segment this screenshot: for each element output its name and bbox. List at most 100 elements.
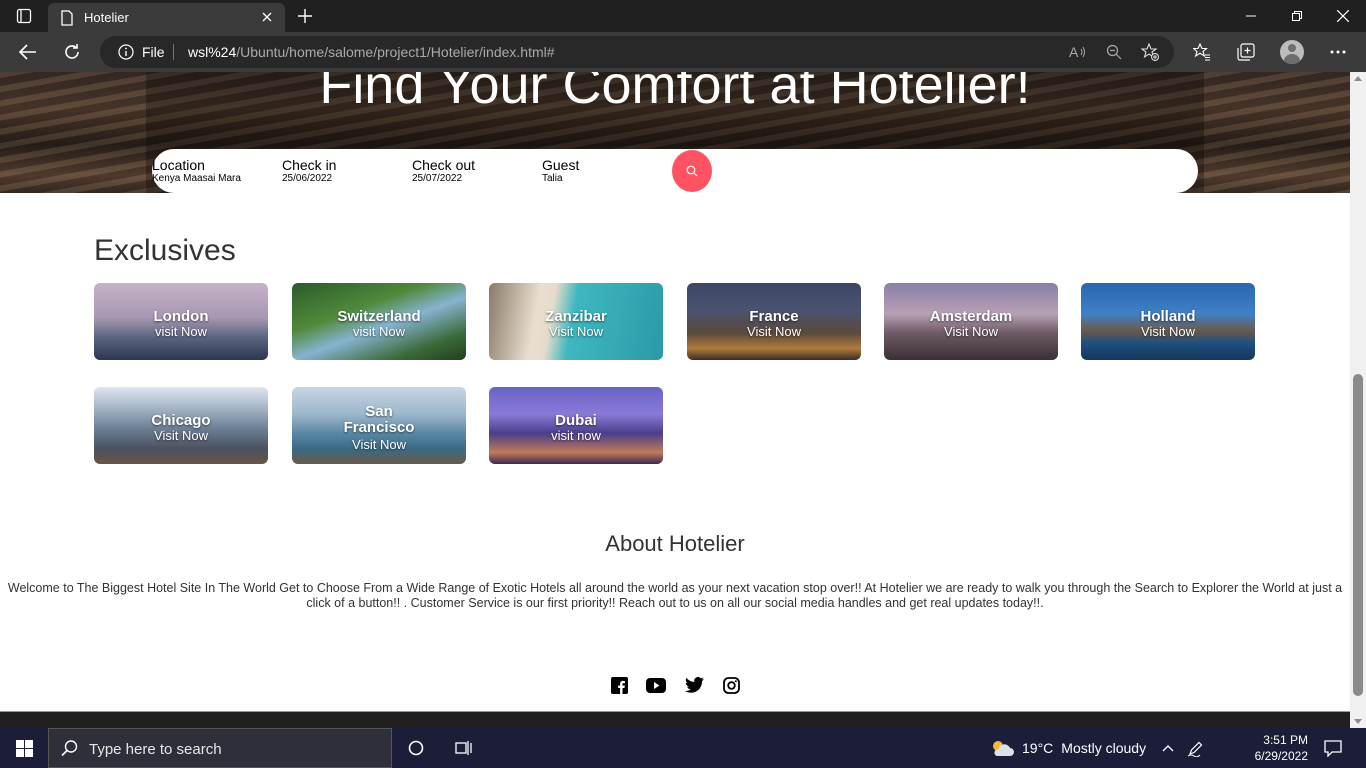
checkout-label: Check out xyxy=(412,157,476,173)
weather-temperature: 19°C xyxy=(1022,740,1054,756)
destination-card-holland[interactable]: Holland Visit Now xyxy=(1081,283,1255,360)
windows-icon xyxy=(15,739,33,757)
taskbar-search-placeholder: Type here to search xyxy=(89,741,222,758)
browser-tab-bar: Hotelier xyxy=(0,0,1366,32)
card-visit-link[interactable]: Visit Now xyxy=(884,324,1058,339)
card-name: Switzerland xyxy=(337,308,421,325)
card-visit-link[interactable]: Visit Now xyxy=(94,428,268,443)
avatar xyxy=(1280,40,1304,64)
task-view-icon[interactable] xyxy=(440,728,488,768)
close-window-button[interactable] xyxy=(1320,0,1366,32)
search-button[interactable] xyxy=(672,150,712,192)
hero-title: Find Your Comfort at Hotelier! xyxy=(319,72,1031,115)
favorites-icon[interactable] xyxy=(1186,36,1218,68)
reload-button[interactable] xyxy=(56,36,88,68)
tab-actions-icon[interactable] xyxy=(8,4,40,28)
footer-divider xyxy=(0,711,1350,712)
minimize-button[interactable] xyxy=(1228,0,1274,32)
clock-date: 6/29/2022 xyxy=(1254,749,1308,763)
facebook-icon[interactable] xyxy=(608,674,630,696)
twitter-icon[interactable] xyxy=(683,674,705,696)
taskbar-search-box[interactable]: Type here to search xyxy=(48,728,392,768)
url-scheme-label: File xyxy=(142,44,165,60)
scroll-down-arrow[interactable] xyxy=(1354,719,1362,724)
restore-button[interactable] xyxy=(1274,0,1320,32)
destination-card-london[interactable]: London visit Now xyxy=(94,283,268,360)
card-visit-link[interactable]: visit now xyxy=(489,428,663,443)
pen-icon[interactable] xyxy=(1174,728,1218,768)
destination-card-zanzibar[interactable]: Zanzibar Visit Now xyxy=(489,283,663,360)
card-name: Holland xyxy=(1140,308,1196,325)
partly-cloudy-icon xyxy=(993,741,1014,756)
clock-time: 3:51 PM xyxy=(1263,733,1308,747)
location-label: Location xyxy=(152,157,205,173)
card-name: France xyxy=(749,308,799,325)
search-icon xyxy=(686,165,698,177)
guest-field[interactable]: Guest Talia xyxy=(542,157,579,184)
read-aloud-icon[interactable]: A xyxy=(1068,42,1088,62)
card-visit-link[interactable]: Visit Now xyxy=(1081,324,1255,339)
checkin-value: 25/06/2022 xyxy=(282,173,333,184)
location-value: Kenya Maasai Mara xyxy=(152,173,241,184)
browser-tab[interactable]: Hotelier xyxy=(48,3,285,32)
weather-widget[interactable]: 19°C Mostly cloudy xyxy=(990,728,1146,768)
page-icon xyxy=(60,10,74,29)
card-name: Amsterdam xyxy=(929,308,1013,325)
destination-card-switzerland[interactable]: Switzerland visit Now xyxy=(292,283,466,360)
browser-toolbar: File wsl%24/Ubuntu/home/salome/project1/… xyxy=(0,32,1366,72)
checkin-label: Check in xyxy=(282,157,337,173)
scroll-up-arrow[interactable] xyxy=(1354,76,1362,81)
destination-card-san-francisco[interactable]: San Francisco Visit Now xyxy=(292,387,466,464)
instagram-icon[interactable] xyxy=(720,674,742,696)
start-button[interactable] xyxy=(0,728,48,768)
card-name: London xyxy=(153,308,209,325)
card-name: Dubai xyxy=(555,412,597,429)
url-host: wsl%24 xyxy=(188,44,237,60)
destination-card-amsterdam[interactable]: Amsterdam Visit Now xyxy=(884,283,1058,360)
about-title: About Hotelier xyxy=(605,531,745,556)
card-name: Zanzibar xyxy=(545,308,607,325)
exclusives-title: Exclusives xyxy=(94,234,236,267)
new-tab-button[interactable] xyxy=(293,5,317,27)
cortana-icon[interactable] xyxy=(392,728,440,768)
card-visit-link[interactable]: Visit Now xyxy=(292,437,466,452)
checkout-field[interactable]: Check out 25/07/2022 xyxy=(412,157,475,184)
svg-text:A: A xyxy=(1069,44,1079,60)
weather-condition: Mostly cloudy xyxy=(1061,740,1147,756)
notifications-icon[interactable] xyxy=(1310,728,1356,768)
zoom-out-icon[interactable] xyxy=(1104,42,1124,62)
card-name: Chicago xyxy=(151,412,211,429)
about-text: Welcome to The Biggest Hotel Site In The… xyxy=(7,581,1343,610)
url-path: /Ubuntu/home/salome/project1/Hotelier/in… xyxy=(236,44,555,60)
destination-card-dubai[interactable]: Dubai visit now xyxy=(489,387,663,464)
guest-label: Guest xyxy=(542,157,580,173)
system-clock[interactable]: 3:51 PM 6/29/2022 xyxy=(1238,732,1308,764)
card-visit-link[interactable]: visit Now xyxy=(94,324,268,339)
info-icon[interactable] xyxy=(118,44,134,63)
collections-icon[interactable] xyxy=(1230,36,1262,68)
page-scrollbar[interactable] xyxy=(1350,72,1366,728)
url-text: wsl%24/Ubuntu/home/salome/project1/Hotel… xyxy=(188,44,555,60)
url-separator xyxy=(173,44,174,60)
scrollbar-thumb[interactable] xyxy=(1353,374,1363,696)
card-visit-link[interactable]: visit Now xyxy=(292,324,466,339)
booking-search-bar: Location Kenya Maasai Mara Check in 25/0… xyxy=(152,149,1198,193)
destination-card-france[interactable]: France Visit Now xyxy=(687,283,861,360)
tab-title: Hotelier xyxy=(84,10,129,25)
add-favorite-icon[interactable] xyxy=(1140,42,1160,62)
guest-value: Talia xyxy=(542,173,563,184)
card-name: San Francisco xyxy=(343,403,415,436)
profile-avatar[interactable] xyxy=(1276,36,1308,68)
hero-banner: Find Your Comfort at Hotelier! Location … xyxy=(0,72,1350,193)
destination-card-chicago[interactable]: Chicago Visit Now xyxy=(94,387,268,464)
back-button[interactable] xyxy=(12,36,44,68)
address-bar[interactable]: File wsl%24/Ubuntu/home/salome/project1/… xyxy=(100,36,1174,68)
more-options-icon[interactable] xyxy=(1322,36,1354,68)
location-field[interactable]: Location Kenya Maasai Mara xyxy=(152,157,241,184)
checkin-field[interactable]: Check in 25/06/2022 xyxy=(282,157,336,184)
card-visit-link[interactable]: Visit Now xyxy=(687,324,861,339)
card-visit-link[interactable]: Visit Now xyxy=(489,324,663,339)
close-tab-icon[interactable] xyxy=(257,7,277,27)
checkout-value: 25/07/2022 xyxy=(412,173,463,184)
youtube-icon[interactable] xyxy=(645,674,667,696)
